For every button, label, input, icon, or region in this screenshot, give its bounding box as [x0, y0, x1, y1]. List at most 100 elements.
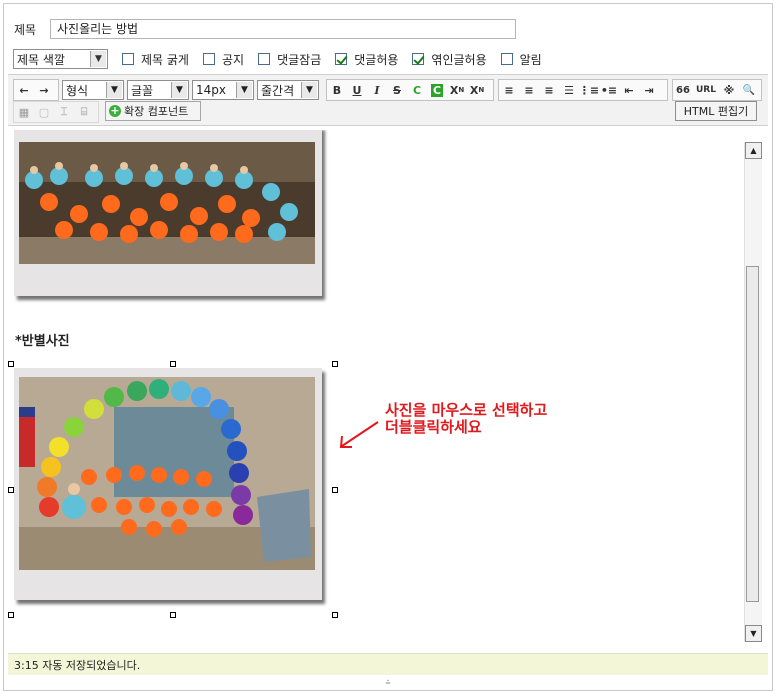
checkbox-label: 댓글잠금 [277, 52, 322, 67]
resize-handle-se[interactable] [332, 612, 338, 618]
underline-button[interactable]: U [347, 81, 367, 99]
link-button[interactable]: URL [693, 81, 719, 99]
bg-color-label: C [430, 83, 444, 97]
scroll-up-icon[interactable]: ▲ [745, 142, 762, 159]
checkbox-label: 알림 [519, 52, 542, 67]
class-photo[interactable] [19, 377, 315, 570]
font-color-button[interactable]: C [407, 81, 427, 99]
line-height-select[interactable]: 줄간격 ▼ [257, 80, 319, 100]
html-editor-button[interactable]: HTML 편집기 [675, 101, 757, 121]
checkbox-allow-comments[interactable]: 댓글허용 [335, 51, 398, 68]
cell-icon[interactable]: ▢ [34, 103, 54, 121]
align-justify-icon[interactable]: ☰ [559, 81, 579, 99]
text-style-group: B U I S C C XN XN [326, 79, 494, 101]
autosave-status: 3:15 자동 저장되었습니다. [8, 653, 768, 675]
title-label: 제목 [14, 22, 37, 37]
italic-button[interactable]: I [367, 81, 387, 99]
table-icon[interactable]: ▦ [14, 103, 34, 121]
superscript-label: X [449, 83, 459, 97]
plus-icon: + [109, 104, 121, 117]
paragraph-group: ≡ ≡ ≡ ☰ ⋮≡ •≡ ⇤ ⇥ [498, 79, 668, 101]
outdent-icon[interactable]: ⇤ [619, 81, 639, 99]
merge-cells-icon[interactable]: ⌶ [54, 103, 74, 121]
table-group: ▦ ▢ ⌶ ⌸ [13, 101, 99, 123]
annotation-line-2: 더블클릭하세요 [385, 418, 482, 436]
checkbox-label: 공지 [221, 52, 245, 67]
align-center-icon[interactable]: ≡ [519, 81, 539, 99]
format-select[interactable]: 형식 ▼ [62, 80, 124, 100]
vertical-scrollbar[interactable]: ▲ ▼ [744, 142, 762, 642]
checkbox-label: 제목 굵게 [141, 52, 189, 67]
checkbox-notice[interactable]: 공지 [202, 51, 245, 68]
superscript-button[interactable]: XN [447, 81, 467, 99]
subscript-label: X [469, 83, 479, 97]
scrollbar-thumb[interactable] [746, 266, 759, 602]
extension-components-button[interactable]: + 확장 컴포넌트 [105, 101, 201, 121]
split-cells-icon[interactable]: ⌸ [74, 103, 94, 121]
chevron-down-icon: ▼ [171, 82, 187, 98]
ordered-list-icon[interactable]: ⋮≡ [579, 81, 599, 99]
checkbox-label: 엮인글허용 [431, 52, 487, 67]
indent-icon[interactable]: ⇥ [639, 81, 659, 99]
line-height-select-value: 줄간격 [261, 83, 295, 98]
history-group: ← → [13, 79, 59, 101]
resize-handle-nw[interactable] [8, 361, 14, 367]
redo-button[interactable]: → [34, 81, 54, 99]
chevron-down-icon: ▼ [301, 82, 317, 98]
find-button[interactable]: 🔍 [739, 81, 759, 99]
chevron-down-icon: ▼ [106, 82, 122, 98]
annotation-arrow-icon [339, 421, 379, 448]
chevron-down-icon: ▼ [236, 82, 252, 98]
checkbox-box[interactable] [122, 53, 134, 65]
checkbox-label: 댓글허용 [354, 52, 399, 67]
font-select[interactable]: 글꼴 ▼ [127, 80, 189, 100]
title-input[interactable]: 사진올리는 방법 [50, 19, 516, 39]
annotation-text: 사진을 마우스로 선택하고 더블클릭하세요 [385, 402, 547, 436]
resize-handle-n[interactable] [170, 361, 176, 367]
unordered-list-icon[interactable]: •≡ [599, 81, 619, 99]
options-row: 제목 색깔 ▼ 제목 굵게 공지 댓글잠금 댓글허용 엮인글허용 알림 [13, 48, 542, 70]
bold-button[interactable]: B [327, 81, 347, 99]
title-color-select[interactable]: 제목 색깔 ▼ [13, 49, 108, 69]
resize-handle-ne[interactable] [332, 361, 338, 367]
checkbox-box[interactable] [202, 53, 215, 65]
chevron-down-icon: ▼ [90, 51, 106, 67]
group-photo-1[interactable] [19, 142, 315, 264]
align-left-icon[interactable]: ≡ [499, 81, 519, 99]
insert-group: 66 URL ※ 🔍 [672, 79, 762, 101]
bg-color-button[interactable]: C [427, 81, 447, 99]
photo-card [14, 130, 322, 296]
scroll-down-icon[interactable]: ▼ [745, 625, 762, 642]
title-color-select-value: 제목 색깔 [17, 52, 65, 67]
section-heading: *반별사진 [15, 334, 70, 349]
editor-content[interactable]: *반별사진 사진을 마우스로 선택하고 더블클릭하세요 [8, 130, 768, 650]
editor-toolbar: ← → 형식 ▼ 글꼴 ▼ 14px ▼ 줄간격 ▼ B U I S C C X… [8, 74, 768, 126]
resize-handle-w[interactable] [8, 487, 14, 493]
subscript-button[interactable]: XN [467, 81, 487, 99]
special-char-button[interactable]: ※ [719, 81, 739, 99]
format-select-value: 형식 [66, 83, 89, 98]
resize-handle-e[interactable] [332, 487, 338, 493]
extension-components-label: 확장 컴포넌트 [124, 105, 189, 118]
checkbox-notify[interactable]: 알림 [500, 51, 542, 68]
font-size-select[interactable]: 14px ▼ [192, 80, 254, 100]
checkbox-bold-title[interactable]: 제목 굵게 [122, 51, 189, 68]
checkbox-box[interactable] [258, 53, 271, 65]
checkbox-box[interactable] [335, 53, 348, 65]
font-select-value: 글꼴 [131, 83, 154, 98]
resize-grip-icon[interactable]: ⩮ [8, 676, 768, 690]
checkbox-comment-lock[interactable]: 댓글잠금 [258, 51, 321, 68]
checkbox-allow-trackback[interactable]: 엮인글허용 [412, 51, 487, 68]
checkbox-box[interactable] [412, 53, 425, 65]
quote-button[interactable]: 66 [673, 81, 693, 99]
font-size-select-value: 14px [196, 83, 226, 97]
resize-handle-s[interactable] [170, 612, 176, 618]
strikethrough-button[interactable]: S [387, 81, 407, 99]
annotation-line-1: 사진을 마우스로 선택하고 [385, 401, 548, 419]
title-row: 제목 사진올리는 방법 [14, 18, 516, 40]
checkbox-box[interactable] [500, 53, 513, 65]
photo-card-selected [14, 368, 322, 600]
resize-handle-sw[interactable] [8, 612, 14, 618]
undo-button[interactable]: ← [14, 81, 34, 99]
align-right-icon[interactable]: ≡ [539, 81, 559, 99]
